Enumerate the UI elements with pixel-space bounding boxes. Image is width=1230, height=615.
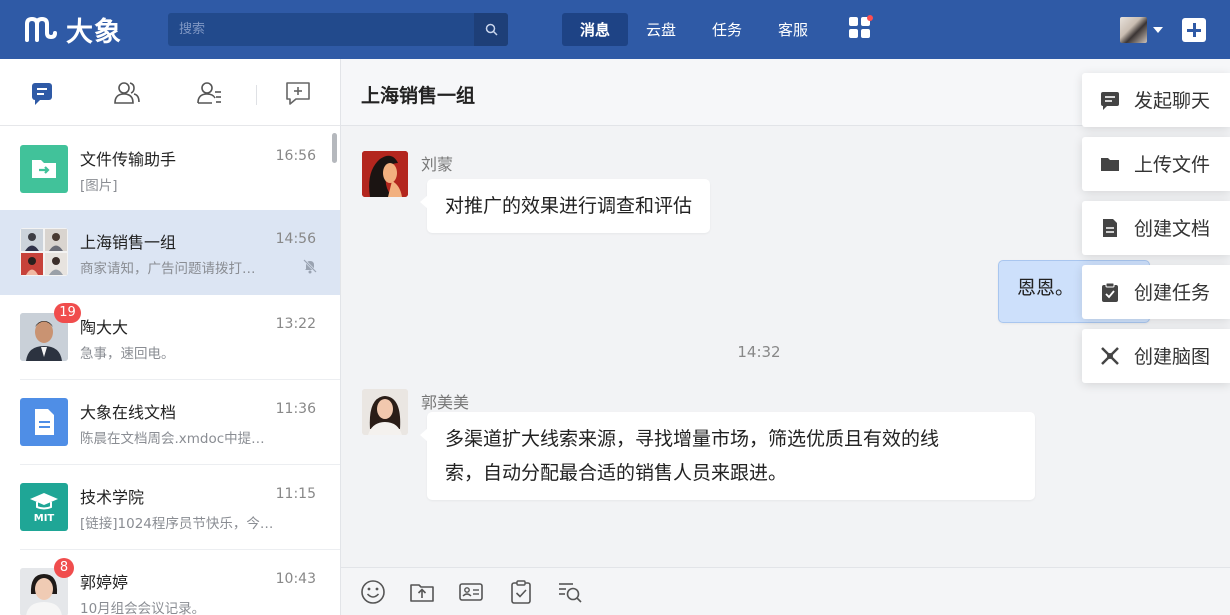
mindmap-icon bbox=[1099, 345, 1121, 367]
conversation-item[interactable]: 大象在线文档 11:36 陈晨在文档周会.xmdoc中提… bbox=[0, 380, 340, 465]
conversation-name: 文件传输助手 bbox=[80, 150, 177, 169]
conversation-preview: 10月组会会议记录。 bbox=[80, 601, 206, 615]
divider bbox=[256, 85, 257, 105]
new-chat-icon[interactable] bbox=[284, 79, 312, 107]
scrollbar[interactable] bbox=[332, 133, 337, 163]
unread-badge: 19 bbox=[54, 303, 81, 323]
conversation-preview: 商家请知，广告问题请拨打… bbox=[80, 261, 256, 277]
document-icon bbox=[20, 398, 68, 446]
menu-start-chat[interactable]: 发起聊天 bbox=[1082, 73, 1230, 127]
emoji-icon[interactable] bbox=[359, 578, 387, 606]
message-text: 恩恩。 bbox=[1017, 277, 1075, 299]
apps-grid-icon[interactable] bbox=[849, 15, 873, 39]
sender-avatar[interactable] bbox=[362, 151, 408, 197]
conversation-preview: 急事，速回电。 bbox=[80, 346, 175, 362]
conversation-item[interactable]: 19 陶大大 13:22 急事，速回电。 bbox=[0, 295, 340, 380]
menu-label: 发起聊天 bbox=[1134, 90, 1211, 112]
search-history-icon[interactable] bbox=[556, 578, 584, 606]
mute-bell-icon bbox=[302, 258, 318, 274]
chat-icon bbox=[1099, 89, 1121, 111]
upload-folder-icon[interactable] bbox=[408, 578, 436, 606]
conversation-time: 13:22 bbox=[275, 316, 316, 332]
file-transfer-icon bbox=[20, 145, 68, 193]
tab-cloud-drive[interactable]: 云盘 bbox=[628, 13, 694, 46]
conversation-item[interactable]: MIT 技术学院 11:15 [链接]1024程序员节快乐，今… bbox=[0, 465, 340, 550]
conversation-preview: [图片] bbox=[80, 178, 118, 194]
task-icon bbox=[1099, 281, 1121, 303]
svg-text:MIT: MIT bbox=[34, 513, 55, 524]
message-text: 索，自动分配最合适的销售人员来跟进。 bbox=[445, 462, 788, 484]
user-avatar[interactable] bbox=[1120, 17, 1147, 43]
menu-label: 上传文件 bbox=[1134, 154, 1211, 176]
unread-badge: 8 bbox=[54, 558, 74, 578]
menu-create-task[interactable]: 创建任务 bbox=[1082, 265, 1230, 319]
chat-title: 上海销售一组 bbox=[361, 85, 476, 107]
add-button[interactable] bbox=[1182, 18, 1206, 42]
menu-label: 创建脑图 bbox=[1134, 346, 1211, 368]
document-icon bbox=[1099, 217, 1121, 239]
tab-tasks[interactable]: 任务 bbox=[694, 13, 760, 46]
conversation-name: 大象在线文档 bbox=[80, 403, 177, 422]
conversation-sidebar: 文件传输助手 16:56 [图片] 上海销售一组 14:56 商家请知，广告问题… bbox=[0, 59, 341, 615]
chat-icon[interactable] bbox=[28, 79, 56, 107]
sender-name: 郭美美 bbox=[421, 393, 470, 412]
menu-create-document[interactable]: 创建文档 bbox=[1082, 201, 1230, 255]
conversation-name: 郭婷婷 bbox=[80, 573, 129, 592]
conversation-preview: [链接]1024程序员节快乐，今… bbox=[80, 516, 274, 532]
elephant-logo-icon bbox=[24, 16, 60, 42]
org-icon[interactable] bbox=[196, 79, 224, 107]
brand-name: 大象 bbox=[66, 16, 122, 48]
contact-card-icon[interactable] bbox=[457, 578, 485, 606]
conversation-item[interactable]: 8 郭婷婷 10:43 10月组会会议记录。 bbox=[0, 550, 340, 615]
conversation-name: 陶大大 bbox=[80, 318, 129, 337]
tab-customer-service[interactable]: 客服 bbox=[760, 13, 826, 46]
search-icon bbox=[485, 23, 498, 36]
notification-dot bbox=[867, 15, 873, 21]
conversation-item[interactable]: 文件传输助手 16:56 [图片] bbox=[0, 127, 340, 212]
chevron-down-icon[interactable] bbox=[1153, 27, 1163, 33]
conversation-preview: 陈晨在文档周会.xmdoc中提… bbox=[80, 431, 265, 447]
sender-avatar[interactable] bbox=[362, 389, 408, 435]
search-input[interactable] bbox=[168, 13, 474, 46]
mit-logo: MIT bbox=[20, 483, 68, 531]
conversation-time: 10:43 bbox=[275, 571, 316, 587]
group-avatar bbox=[20, 228, 68, 276]
message-text: 多渠道扩大线索来源，寻找增量市场，筛选优质且有效的线 bbox=[445, 428, 940, 450]
conversation-time: 11:15 bbox=[275, 486, 316, 502]
conversation-name: 技术学院 bbox=[80, 488, 145, 507]
conversation-item-selected[interactable]: 上海销售一组 14:56 商家请知，广告问题请拨打… bbox=[0, 210, 340, 295]
task-clipboard-icon[interactable] bbox=[507, 578, 535, 606]
search-button[interactable] bbox=[474, 13, 508, 46]
main-nav: 消息 云盘 任务 客服 bbox=[562, 13, 826, 46]
message-bubble: 多渠道扩大线索来源，寻找增量市场，筛选优质且有效的线 索，自动分配最合适的销售人… bbox=[420, 412, 1035, 500]
menu-upload-file[interactable]: 上传文件 bbox=[1082, 137, 1230, 191]
app-logo[interactable]: 大象 bbox=[24, 12, 122, 48]
sender-name: 刘蒙 bbox=[421, 155, 454, 174]
composer-toolbar bbox=[341, 567, 1230, 615]
conversation-name: 上海销售一组 bbox=[80, 233, 177, 252]
message-timestamp: 14:32 bbox=[737, 343, 781, 361]
contacts-icon[interactable] bbox=[113, 79, 141, 107]
menu-label: 创建任务 bbox=[1134, 282, 1211, 304]
message-bubble: 对推广的效果进行调查和评估 bbox=[419, 179, 711, 233]
menu-label: 创建文档 bbox=[1134, 218, 1211, 240]
conversation-time: 14:56 bbox=[275, 231, 316, 247]
sidebar-tabs bbox=[0, 59, 340, 126]
conversation-time: 11:36 bbox=[275, 401, 316, 417]
search-box bbox=[168, 13, 508, 46]
message-text: 对推广的效果进行调查和评估 bbox=[445, 195, 693, 217]
top-bar: 大象 消息 云盘 任务 客服 bbox=[0, 0, 1230, 59]
menu-create-mindmap[interactable]: 创建脑图 bbox=[1082, 329, 1230, 383]
folder-icon bbox=[1099, 153, 1121, 175]
tab-messages[interactable]: 消息 bbox=[562, 13, 629, 46]
conversation-time: 16:56 bbox=[275, 148, 316, 164]
